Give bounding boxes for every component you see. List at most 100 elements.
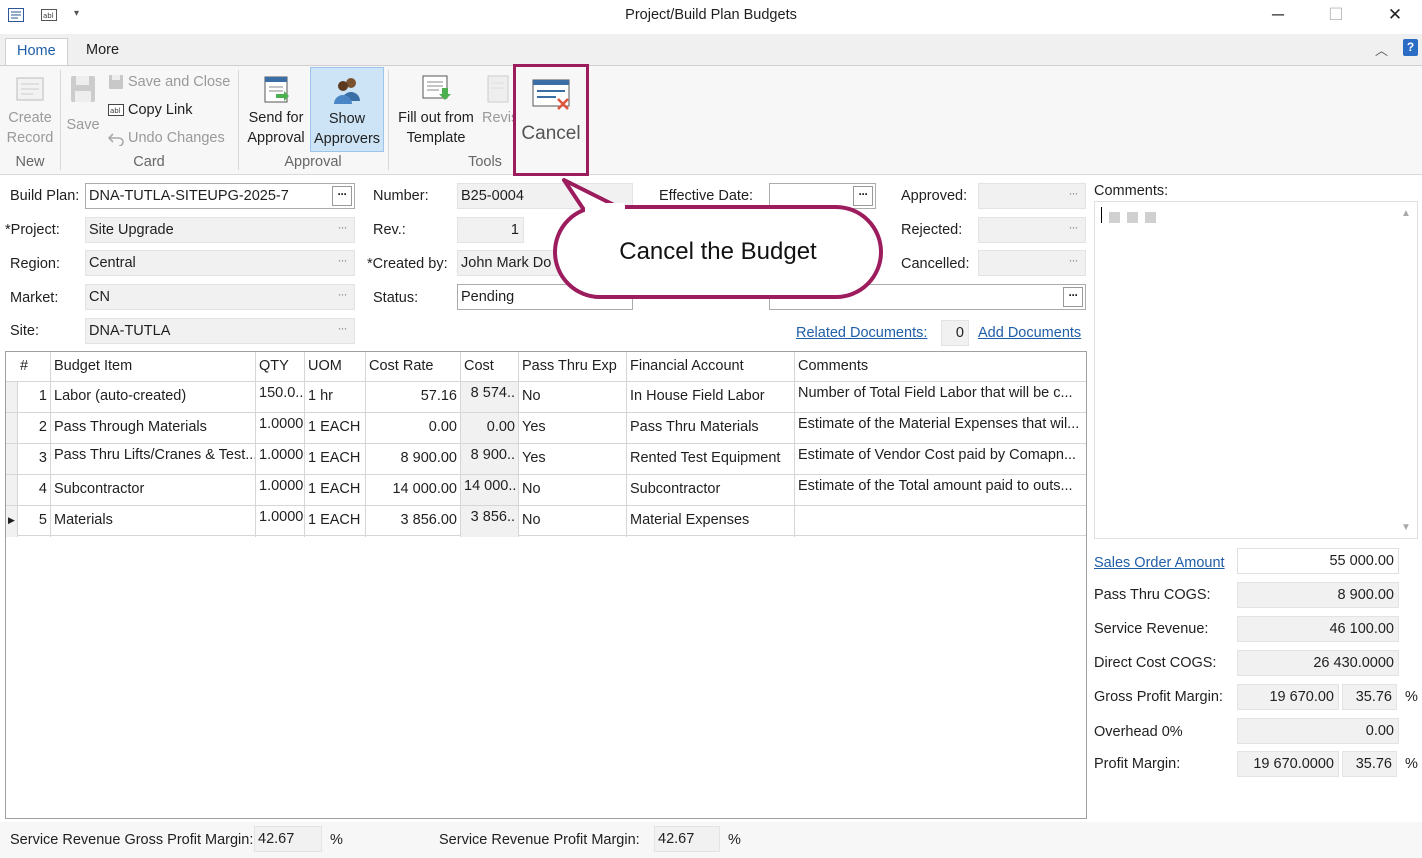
column-header-comments[interactable]: Comments — [795, 352, 1086, 381]
column-header-uom[interactable]: UOM — [305, 352, 366, 381]
project-field[interactable]: Site Upgrade ··· — [85, 217, 355, 243]
rev-field[interactable]: 1 — [457, 217, 524, 243]
row-selector[interactable] — [6, 444, 18, 475]
cost-rate-cell[interactable]: 57.16 — [366, 382, 461, 413]
column-header-cost[interactable]: Cost — [461, 352, 519, 381]
build-plan-field[interactable]: DNA-TUTLA-SITEUPG-2025-7 ··· — [85, 183, 355, 209]
market-field[interactable]: CN ··· — [85, 284, 355, 310]
related-documents-link[interactable]: Related Documents: — [796, 325, 927, 341]
region-lookup-button[interactable]: ··· — [332, 253, 352, 273]
column-header-number[interactable]: # — [6, 352, 51, 381]
comments-cell[interactable]: Number of Total Field Labor that will be… — [795, 382, 1086, 413]
help-icon[interactable]: ? — [1403, 39, 1418, 56]
qty-cell[interactable]: 1.0000 — [256, 444, 305, 475]
project-lookup-button[interactable]: ··· — [332, 220, 352, 240]
site-value: DNA-TUTLA — [89, 323, 171, 339]
site-field[interactable]: DNA-TUTLA ··· — [85, 318, 355, 344]
create-record-button[interactable]: Create Record — [2, 72, 58, 148]
financial-account-cell[interactable]: Pass Thru Materials — [627, 413, 795, 444]
save-button[interactable]: Save — [64, 72, 102, 135]
close-button[interactable]: ✕ — [1382, 6, 1408, 26]
site-lookup-button[interactable]: ··· — [332, 321, 352, 341]
tab-home[interactable]: Home — [5, 38, 68, 65]
row-selector[interactable] — [6, 382, 18, 413]
scroll-down-icon[interactable]: ▼ — [1401, 522, 1411, 533]
cost-rate-cell[interactable]: 14 000.00 — [366, 475, 461, 506]
comments-cell[interactable]: Estimate of the Material Expenses that w… — [795, 413, 1086, 444]
cost-rate-cell[interactable]: 8 900.00 — [366, 444, 461, 475]
uom-cell[interactable]: 1 EACH — [305, 475, 366, 506]
undo-changes-button[interactable]: Undo Changes — [107, 127, 225, 149]
budget-item-cell[interactable]: Pass Through Materials — [51, 413, 256, 444]
budget-item-cell[interactable]: Materials — [51, 506, 256, 537]
show-approvers-button[interactable]: Show Approvers — [310, 67, 384, 152]
financial-account-cell[interactable]: Material Expenses — [627, 506, 795, 537]
maximize-button[interactable]: ☐ — [1323, 6, 1349, 26]
cancelled-lookup-button[interactable]: ··· — [1063, 253, 1083, 273]
minimize-button[interactable]: ─ — [1265, 6, 1291, 26]
table-row[interactable]: 1 Labor (auto-created) 150.0... 1 hr 57.… — [6, 381, 1086, 413]
comments-cell[interactable]: Estimate of the Total amount paid to out… — [795, 475, 1086, 506]
collapse-ribbon-icon[interactable]: ︿ — [1375, 40, 1388, 59]
uom-cell[interactable]: 1 EACH — [305, 413, 366, 444]
scroll-up-icon[interactable]: ▲ — [1401, 208, 1411, 219]
cancelled-field[interactable]: ··· — [978, 250, 1086, 276]
revise-button[interactable]: Revis — [480, 72, 516, 128]
column-header-financial-account[interactable]: Financial Account — [627, 352, 795, 381]
uom-cell[interactable]: 1 EACH — [305, 444, 366, 475]
column-header-qty[interactable]: QTY — [256, 352, 305, 381]
table-row[interactable]: ▶ 5 Materials 1.0000 1 EACH 3 856.00 3 8… — [6, 505, 1086, 537]
table-row[interactable]: 3 Pass Thru Lifts/Cranes & Test... 1.000… — [6, 443, 1086, 475]
approved-field[interactable]: ··· — [978, 183, 1086, 209]
qty-cell[interactable]: 150.0... — [256, 382, 305, 413]
comments-textarea[interactable]: ▲ ▼ — [1094, 201, 1418, 539]
effective-date-picker-button[interactable]: ··· — [853, 186, 873, 206]
service-revenue-gross-profit-margin-label: Service Revenue Gross Profit Margin: — [10, 832, 254, 848]
save-and-close-button[interactable]: Save and Close — [108, 71, 230, 93]
pass-thru-exp-cell[interactable]: No — [519, 475, 627, 506]
comments-cell[interactable] — [795, 506, 1086, 537]
rejected-field[interactable]: ··· — [978, 217, 1086, 243]
tab-more[interactable]: More — [75, 38, 130, 65]
budget-item-cell[interactable]: Pass Thru Lifts/Cranes & Test... — [51, 444, 256, 475]
uom-cell[interactable]: 1 EACH — [305, 506, 366, 537]
pass-thru-exp-cell[interactable]: No — [519, 382, 627, 413]
qty-cell[interactable]: 1.0000 — [256, 413, 305, 444]
build-plan-lookup-button[interactable]: ··· — [332, 186, 352, 206]
copy-link-button[interactable]: abl Copy Link — [108, 99, 192, 121]
financial-account-cell[interactable]: Subcontractor — [627, 475, 795, 506]
add-documents-link[interactable]: Add Documents — [978, 325, 1081, 341]
budget-item-cell[interactable]: Labor (auto-created) — [51, 382, 256, 413]
market-lookup-button[interactable]: ··· — [332, 287, 352, 307]
send-for-approval-button[interactable]: Send for Approval — [244, 72, 308, 148]
column-header-pass-thru-exp[interactable]: Pass Thru Exp — [519, 352, 627, 381]
financial-account-cell[interactable]: Rented Test Equipment — [627, 444, 795, 475]
cost-rate-cell[interactable]: 3 856.00 — [366, 506, 461, 537]
table-row[interactable]: 2 Pass Through Materials 1.0000 1 EACH 0… — [6, 412, 1086, 444]
qty-cell[interactable]: 1.0000 — [256, 506, 305, 537]
comments-cell[interactable]: Estimate of Vendor Cost paid by Comapn..… — [795, 444, 1086, 475]
region-field[interactable]: Central ··· — [85, 250, 355, 276]
doc-type-lookup-button[interactable]: ··· — [1063, 287, 1083, 307]
row-selector[interactable] — [6, 475, 18, 506]
callout-text: Cancel the Budget — [619, 238, 817, 265]
column-header-budget-item[interactable]: Budget Item — [51, 352, 256, 381]
qty-cell[interactable]: 1.0000 — [256, 475, 305, 506]
rejected-lookup-button[interactable]: ··· — [1063, 220, 1083, 240]
current-row-indicator-icon[interactable]: ▶ — [6, 506, 18, 537]
financial-account-cell[interactable]: In House Field Labor — [627, 382, 795, 413]
approved-lookup-button[interactable]: ··· — [1063, 186, 1083, 206]
column-header-cost-rate[interactable]: Cost Rate — [366, 352, 461, 381]
budget-item-cell[interactable]: Subcontractor — [51, 475, 256, 506]
sales-order-amount-link[interactable]: Sales Order Amount — [1094, 555, 1225, 571]
pass-thru-exp-cell[interactable]: Yes — [519, 444, 627, 475]
uom-cell[interactable]: 1 hr — [305, 382, 366, 413]
sales-order-amount-field[interactable]: 55 000.00 — [1237, 548, 1399, 574]
cost-rate-cell[interactable]: 0.00 — [366, 413, 461, 444]
pass-thru-exp-cell[interactable]: Yes — [519, 413, 627, 444]
fill-out-from-template-button[interactable]: Fill out from Template — [392, 72, 480, 148]
project-label: *Project: — [5, 222, 60, 238]
row-selector[interactable] — [6, 413, 18, 444]
table-row[interactable]: 4 Subcontractor 1.0000 1 EACH 14 000.00 … — [6, 474, 1086, 506]
pass-thru-exp-cell[interactable]: No — [519, 506, 627, 537]
